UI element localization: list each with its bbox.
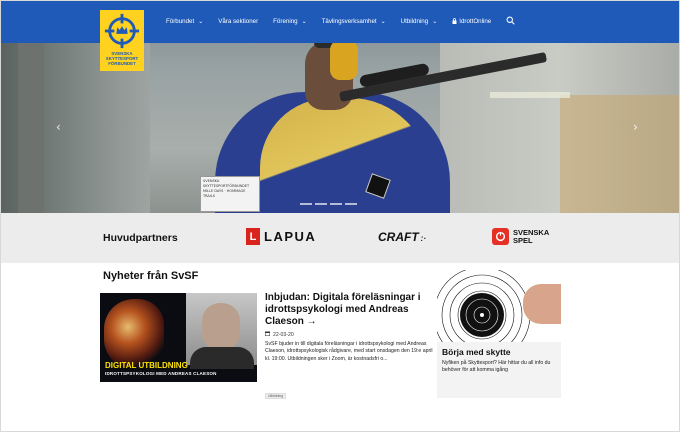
partner-svenska-spel-logo[interactable]: SVENSKA SPEL (492, 228, 549, 245)
image-title: DIGITAL UTBILDNING (105, 361, 188, 370)
borja-med-skytte-card[interactable]: Börja med skytte Nyfiken på Skyttesport?… (437, 270, 561, 398)
site-logo[interactable]: SVENSKA SKYTTESPORT FÖRBUNDET (100, 10, 144, 71)
partner-lapua-logo[interactable]: L LAPUA (246, 228, 316, 245)
lapua-mark-icon: L (246, 228, 260, 245)
nav-item-vara-sektioner[interactable]: Våra sektioner (218, 18, 258, 25)
card-text: Nyfiken på Skyttesport? Här hittar du al… (442, 360, 551, 374)
hero-dot[interactable] (345, 203, 357, 205)
chevron-down-icon: ⌄ (301, 19, 307, 25)
hero-dot[interactable] (300, 203, 312, 205)
speaker-face (202, 303, 240, 351)
hero-dot[interactable] (315, 203, 327, 205)
nav-item-tavlingsverksamhet[interactable]: Tävlingsverksamhet ⌄ (322, 18, 386, 25)
hero-target-wall (560, 95, 680, 213)
search-icon[interactable] (506, 16, 515, 28)
target-image (437, 270, 561, 342)
nav-item-label: Tävlingsverksamhet (321, 18, 377, 25)
nav-item-label: Förbundet (166, 18, 195, 25)
calendar-icon (265, 331, 270, 338)
partners-strip: Huvudpartners L LAPUA CRAFT:· SVENSKA SP… (0, 213, 680, 263)
news-article-title-link[interactable]: Inbjudan: Digitala föreläsningar i idrot… (265, 292, 435, 328)
lock-icon (452, 17, 457, 26)
crosshair-crown-icon (104, 13, 140, 49)
svenska-spel-wordmark: SVENSKA SPEL (513, 228, 550, 245)
card-title: Börja med skytte (442, 347, 511, 357)
nav-item-label: Våra sektioner (218, 18, 259, 25)
brain-graphic (104, 299, 164, 369)
lapua-wordmark: LAPUA (264, 229, 317, 244)
news-article-image[interactable]: DIGITAL UTBILDNING IDROTTSPSYKOLOGI MED … (100, 293, 257, 382)
nav-item-label: Utbildning (400, 18, 429, 25)
hero-next-arrow[interactable]: › (633, 120, 638, 134)
svenska-spel-mark-icon (492, 228, 509, 245)
news-article-tag[interactable]: Utbildning (265, 393, 287, 399)
nav-item-forening[interactable]: Förening ⌄ (273, 18, 306, 25)
news-section-title: Nyheter från SvSF (103, 270, 199, 282)
hero-prev-arrow[interactable]: ‹ (56, 120, 61, 134)
date-text: 22-03-20 (273, 331, 294, 338)
nav-item-forbundet[interactable]: Förbundet ⌄ (166, 18, 203, 25)
chevron-down-icon: ⌄ (380, 19, 386, 25)
partners-title: Huvudpartners (103, 232, 178, 244)
hand-photo (523, 284, 561, 324)
nav-item-label: Förening (273, 18, 298, 25)
chevron-down-icon: ⌄ (432, 19, 438, 25)
nav-item-idrottonline[interactable]: IdrottOnline (452, 17, 492, 26)
chevron-down-icon: ⌄ (198, 19, 204, 25)
earmuff (330, 40, 358, 80)
hero-dot[interactable] (330, 203, 342, 205)
logo-text: SVENSKA SKYTTESPORT FÖRBUNDET (105, 51, 139, 66)
craft-mark: :· (420, 234, 426, 243)
news-article-excerpt: SvSF bjuder in till digitala föreläsning… (265, 341, 433, 362)
news-article-date: 22-03-20 (265, 331, 294, 338)
hero-pillar (18, 40, 44, 213)
hero-light (490, 92, 570, 98)
nav-item-label: IdrottOnline (459, 18, 492, 25)
nav-menu: Förbundet ⌄ Våra sektioner Förening ⌄ Tä… (166, 0, 515, 43)
shooter-bib: SVENSKA SKYTTESPORTFÖRBUNDET MILLE DAYS … (200, 176, 260, 212)
craft-wordmark: CRAFT (378, 230, 419, 244)
partner-craft-logo[interactable]: CRAFT:· (378, 230, 426, 244)
nav-item-utbildning[interactable]: Utbildning ⌄ (401, 18, 438, 25)
hero-pagination (300, 203, 360, 205)
image-subtitle: IDROTTSPSYKOLOGI MED ANDREAS CLAESON (105, 371, 217, 376)
speaker-shirt (190, 347, 254, 369)
